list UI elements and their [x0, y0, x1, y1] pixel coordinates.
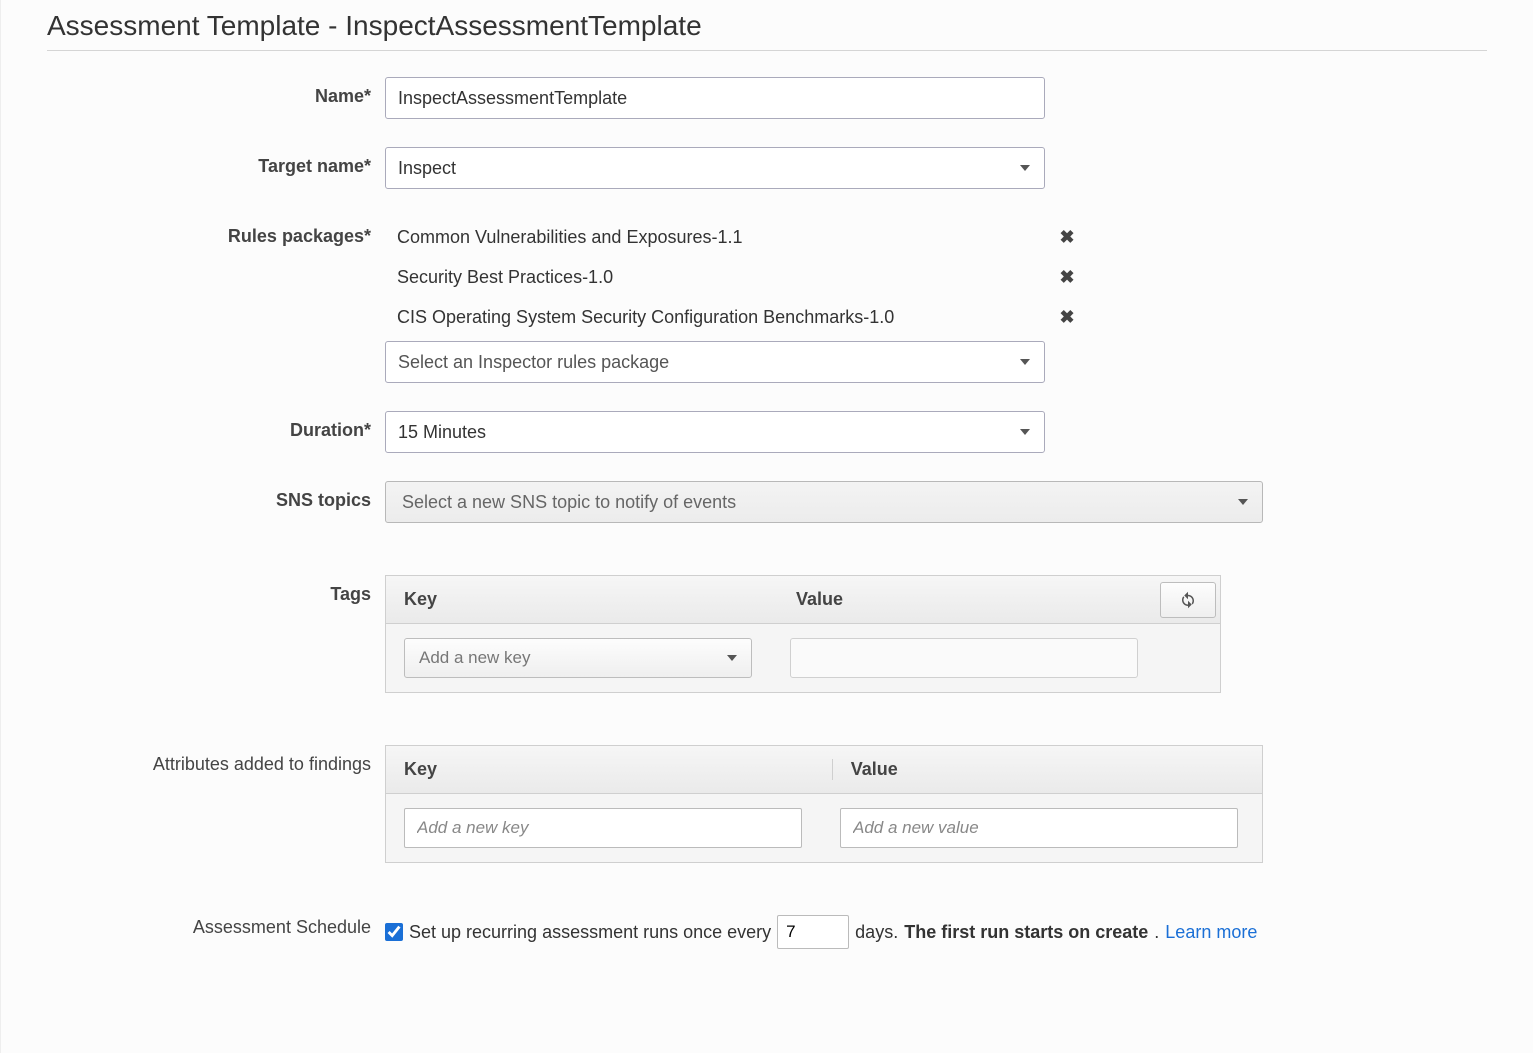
name-input[interactable] — [385, 77, 1045, 119]
schedule-checkbox[interactable] — [385, 923, 403, 941]
rules-item-label: Security Best Practices-1.0 — [397, 267, 1055, 288]
rules-item-label: Common Vulnerabilities and Exposures-1.1 — [397, 227, 1055, 248]
label-name: Name* — [47, 77, 385, 107]
sns-placeholder: Select a new SNS topic to notify of even… — [402, 492, 736, 513]
attribute-key-input[interactable] — [404, 808, 802, 848]
refresh-button[interactable] — [1160, 582, 1216, 618]
chevron-down-icon — [1020, 359, 1030, 365]
learn-more-link[interactable]: Learn more — [1165, 922, 1257, 943]
tag-key-select[interactable]: Add a new key — [404, 638, 752, 678]
chevron-down-icon — [1238, 499, 1248, 505]
attributes-header-key: Key — [386, 759, 833, 780]
schedule-days-input[interactable] — [777, 915, 849, 949]
refresh-icon — [1179, 591, 1197, 609]
label-duration: Duration* — [47, 411, 385, 441]
tags-table: Key Value Add a new key — [385, 575, 1221, 693]
rules-item: CIS Operating System Security Configurat… — [385, 297, 1079, 337]
sns-topic-select[interactable]: Select a new SNS topic to notify of even… — [385, 481, 1263, 523]
label-schedule: Assessment Schedule — [47, 915, 385, 938]
schedule-row: Set up recurring assessment runs once ev… — [385, 915, 1487, 949]
page-title: Assessment Template - InspectAssessmentT… — [47, 10, 1487, 42]
label-sns-topics: SNS topics — [47, 481, 385, 511]
label-tags: Tags — [47, 575, 385, 605]
attributes-table: Key Value — [385, 745, 1263, 863]
remove-icon[interactable]: ✖ — [1055, 267, 1079, 288]
schedule-text-before: Set up recurring assessment runs once ev… — [409, 922, 771, 943]
attribute-value-input[interactable] — [840, 808, 1238, 848]
label-rules-packages: Rules packages* — [47, 217, 385, 247]
rules-item-label: CIS Operating System Security Configurat… — [397, 307, 1055, 328]
tags-header-key: Key — [386, 589, 778, 610]
attributes-header-value: Value — [833, 759, 1262, 780]
label-target-name: Target name* — [47, 147, 385, 177]
chevron-down-icon — [1020, 165, 1030, 171]
tag-value-input[interactable] — [790, 638, 1138, 678]
rules-package-select[interactable]: Select an Inspector rules package — [385, 341, 1045, 383]
rules-item: Common Vulnerabilities and Exposures-1.1… — [385, 217, 1079, 257]
rules-package-placeholder: Select an Inspector rules package — [398, 352, 669, 373]
remove-icon[interactable]: ✖ — [1055, 307, 1079, 328]
remove-icon[interactable]: ✖ — [1055, 227, 1079, 248]
target-name-value: Inspect — [398, 158, 456, 179]
chevron-down-icon — [1020, 429, 1030, 435]
duration-select[interactable]: 15 Minutes — [385, 411, 1045, 453]
schedule-dot: . — [1154, 922, 1159, 943]
schedule-text-after: days. — [855, 922, 898, 943]
duration-value: 15 Minutes — [398, 422, 486, 443]
tag-key-placeholder: Add a new key — [419, 648, 531, 668]
target-name-select[interactable]: Inspect — [385, 147, 1045, 189]
rules-item: Security Best Practices-1.0 ✖ — [385, 257, 1079, 297]
schedule-bold-text: The first run starts on create — [904, 922, 1148, 943]
tags-header-value: Value — [778, 589, 1156, 610]
label-attributes: Attributes added to findings — [47, 745, 385, 775]
chevron-down-icon — [727, 655, 737, 661]
